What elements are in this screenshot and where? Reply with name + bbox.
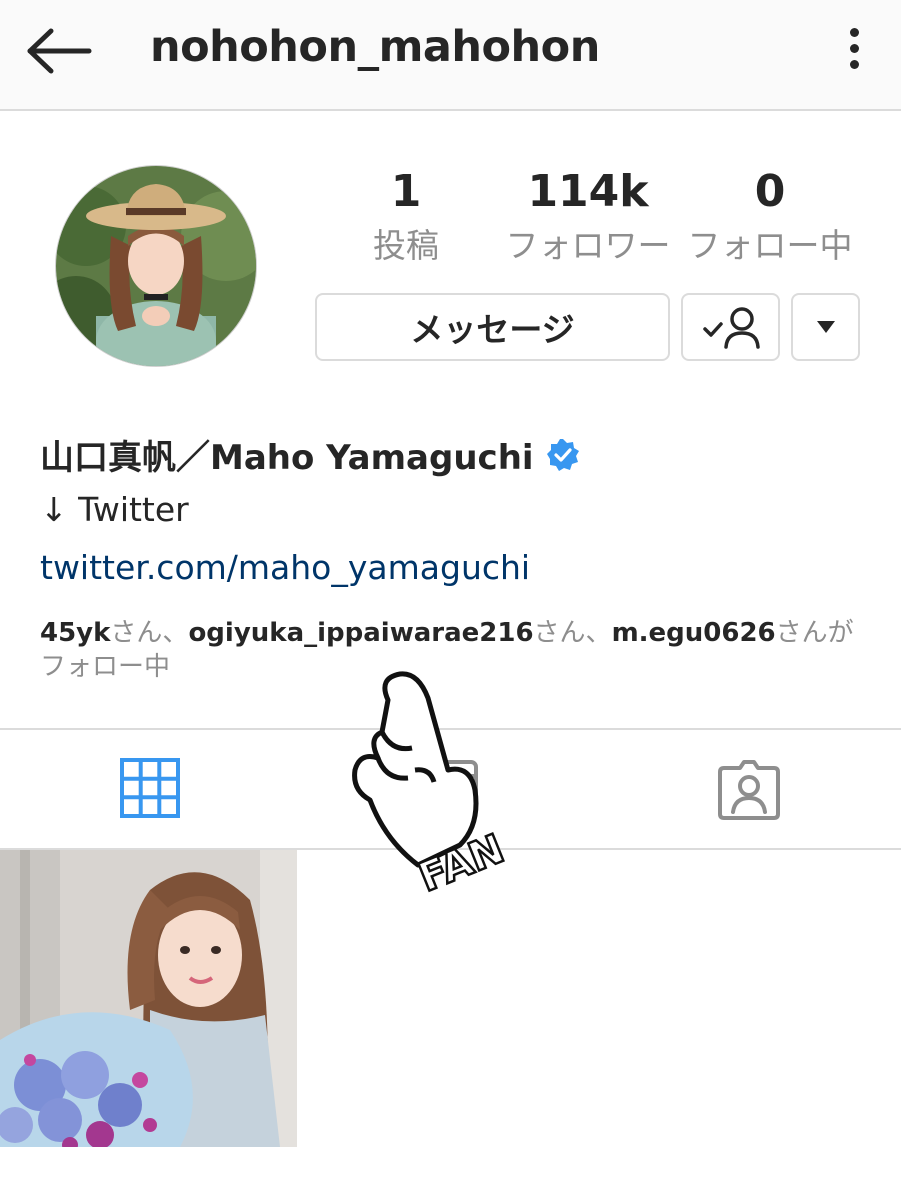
stat-following[interactable]: 0 フォロー中 (680, 164, 860, 268)
profile-avatar[interactable] (56, 166, 256, 366)
grid-icon (120, 758, 180, 818)
profile-username: nohohon_mahohon (150, 22, 600, 72)
bio-text: ↓ Twitter (40, 490, 189, 529)
followed-by-separator: さん、 (110, 618, 189, 648)
following-count: 0 (754, 166, 786, 217)
following-status-button[interactable] (681, 293, 780, 361)
post-thumbnail[interactable] (0, 850, 297, 1147)
caret-down-icon (816, 321, 835, 333)
verified-badge-icon (546, 438, 579, 471)
followed-by-suffix: さんが (775, 618, 854, 648)
profile-full-name: 山口真帆／Maho Yamaguchi (40, 438, 534, 478)
posts-label: 投稿 (373, 226, 439, 265)
suggestions-dropdown-button[interactable] (791, 293, 860, 361)
followed-by-line2: フォロー中 (40, 652, 171, 682)
posts-count: 1 (390, 166, 422, 217)
stat-followers[interactable]: 114k フォロワー (498, 164, 678, 268)
followed-by-user[interactable]: 45yk (40, 618, 110, 648)
tagged-icon (718, 760, 780, 820)
followers-label: フォロワー (505, 226, 671, 265)
following-label: フォロー中 (687, 226, 853, 265)
stat-posts: 1 投稿 (346, 164, 466, 268)
followers-count: 114k (527, 166, 649, 217)
following-check-person-icon (702, 307, 760, 349)
fan-foam-finger-sticker: FAN (352, 671, 512, 903)
tab-grid[interactable] (120, 758, 180, 822)
followed-by-user[interactable]: ogiyuka_ippaiwarae216 (188, 618, 533, 648)
back-arrow-icon[interactable] (26, 28, 92, 74)
message-button[interactable]: メッセージ (315, 293, 670, 361)
more-options-icon[interactable] (838, 28, 870, 76)
profile-full-name-row: 山口真帆／Maho Yamaguchi (40, 430, 580, 479)
bio-website-link[interactable]: twitter.com/maho_yamaguchi (40, 548, 530, 587)
followed-by-separator: さん、 (533, 618, 612, 648)
followed-by-user[interactable]: m.egu0626 (612, 618, 776, 648)
tab-tagged[interactable] (716, 758, 782, 822)
top-bar: nohohon_mahohon (0, 0, 901, 111)
